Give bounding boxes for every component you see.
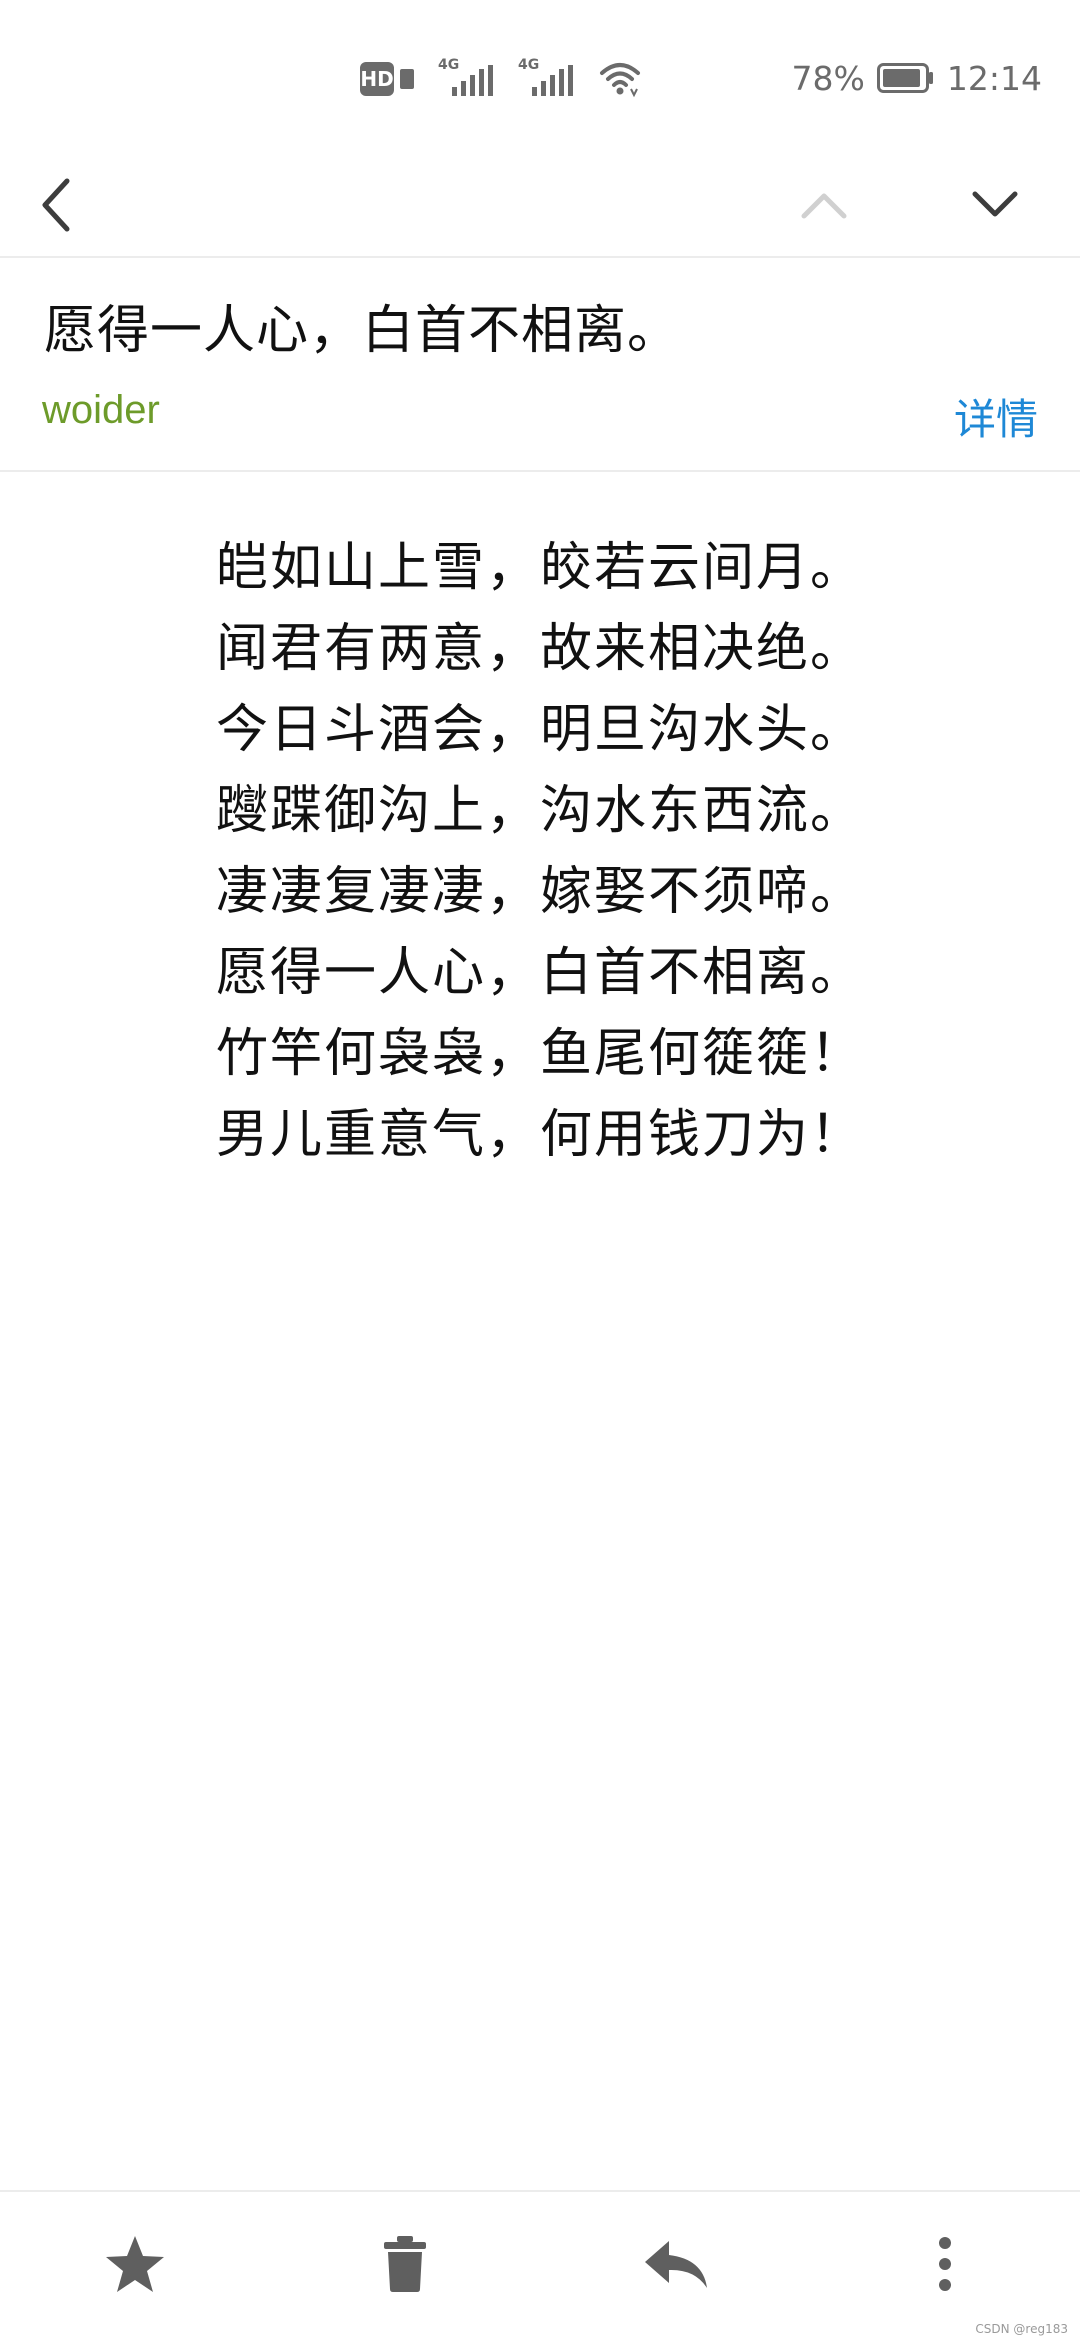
- body-line: 躞蹀御沟上，沟水东西流。: [216, 781, 865, 841]
- body-line: 竹竿何袅袅，鱼尾何簁簁！: [216, 1024, 865, 1084]
- battery-icon: [876, 63, 933, 93]
- body-line: 男儿重意气，何用钱刀为！: [216, 1105, 865, 1165]
- status-bar: HD 4G 4G 78% 12:14: [0, 0, 1080, 150]
- battery-percent: 78%: [791, 58, 865, 98]
- bottom-action-bar: CSDN @reg183: [0, 2190, 1080, 2342]
- hd-icon: HD: [360, 62, 394, 96]
- body-line: 皑如山上雪，皎若云间月。: [216, 538, 865, 598]
- poem-text: 皑如山上雪，皎若云间月。 闻君有两意，故来相决绝。 今日斗酒会，明旦沟水头。 躞…: [216, 528, 876, 1176]
- star-button[interactable]: [95, 2224, 175, 2304]
- signal-icon: 4G: [518, 57, 578, 99]
- next-mail-button[interactable]: [960, 170, 1030, 240]
- delete-button[interactable]: [365, 2224, 445, 2304]
- previous-mail-button[interactable]: [789, 170, 859, 240]
- back-arrow-icon: [42, 178, 70, 232]
- reply-icon: [645, 2241, 707, 2288]
- body-line: 今日斗酒会，明旦沟水头。: [216, 700, 865, 760]
- mail-toolbar: [0, 150, 1080, 258]
- watermark: CSDN @reg183: [975, 2322, 1068, 2336]
- sim-icon: [400, 69, 414, 89]
- reply-button[interactable]: [636, 2224, 716, 2304]
- signal-icon: 4G: [438, 57, 498, 99]
- body-line: 愿得一人心，白首不相离。: [216, 943, 865, 1003]
- previous-chevron-icon: [801, 193, 847, 219]
- more-vertical-icon: [939, 2237, 951, 2291]
- more-options-button[interactable]: [905, 2224, 985, 2304]
- star-icon: [106, 2236, 164, 2292]
- body-line: 闻君有两意，故来相决绝。: [216, 619, 865, 679]
- back-button[interactable]: [22, 170, 92, 240]
- trash-icon: [384, 2236, 426, 2292]
- body-line: 凄凄复凄凄，嫁娶不须啼。: [216, 862, 865, 922]
- status-icons-right: 78% 12:14: [792, 56, 1042, 100]
- mail-subject: 愿得一人心，白首不相离。: [44, 301, 681, 361]
- mail-sender[interactable]: woider: [42, 388, 160, 433]
- clock: 12:14: [946, 58, 1042, 98]
- mail-header: 愿得一人心，白首不相离。 woider 详情: [0, 258, 1080, 472]
- wifi-icon: [600, 63, 640, 98]
- next-chevron-icon: [972, 191, 1018, 217]
- mail-body: 皑如山上雪，皎若云间月。 闻君有两意，故来相决绝。 今日斗酒会，明旦沟水头。 躞…: [0, 472, 1080, 2192]
- status-icons-left: HD 4G 4G: [360, 57, 642, 100]
- details-link[interactable]: 详情: [954, 386, 1038, 447]
